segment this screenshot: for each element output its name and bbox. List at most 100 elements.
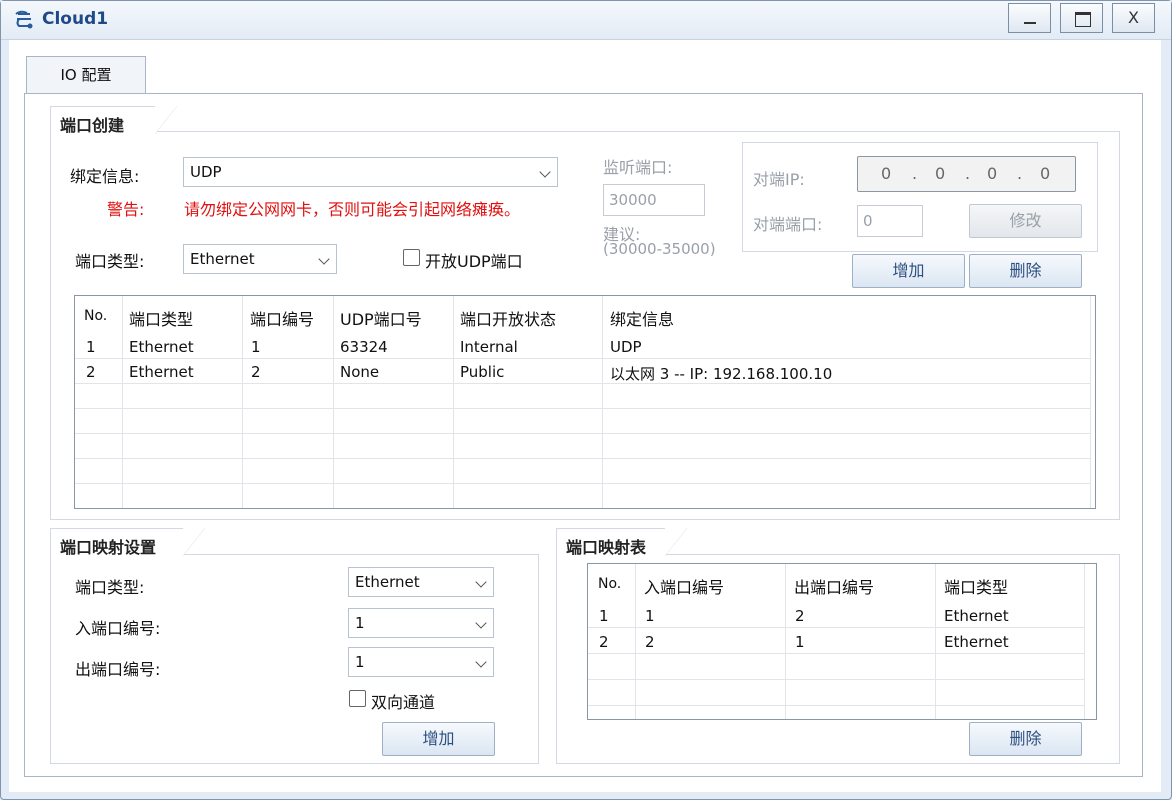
col-divider — [785, 564, 786, 719]
mapping-table-title: 端口映射表 — [560, 534, 653, 558]
row-divider — [75, 458, 1090, 459]
mapping-port-type-label: 端口类型: — [75, 578, 145, 597]
table-cell[interactable]: Ethernet — [129, 338, 194, 356]
column-header[interactable]: No. — [598, 576, 621, 592]
out-port-select[interactable]: 1 — [348, 647, 494, 677]
minimize-button[interactable] — [1008, 3, 1051, 33]
table-cell[interactable]: 1 — [599, 607, 609, 625]
bidirectional-checkbox[interactable] — [349, 690, 366, 707]
delete-mapping-button[interactable]: 删除 — [969, 722, 1082, 756]
column-header[interactable]: 端口类型 — [944, 574, 1008, 598]
mapping-settings-title: 端口映射设置 — [54, 534, 163, 558]
table-cell[interactable]: 2 — [599, 633, 609, 651]
delete-port-button[interactable]: 删除 — [969, 254, 1082, 288]
bind-info-label: 绑定信息: — [70, 167, 140, 186]
close-button[interactable]: X — [1112, 3, 1155, 33]
row-divider — [588, 705, 1084, 706]
chevron-down-icon — [539, 166, 551, 178]
col-divider — [1084, 564, 1085, 719]
table-cell[interactable]: 1 — [86, 338, 96, 356]
peer-ip-label: 对端IP: — [753, 170, 805, 189]
table-cell[interactable]: 以太网 3 -- IP: 192.168.100.10 — [610, 363, 832, 384]
port-type-select[interactable]: Ethernet — [183, 244, 337, 274]
row-divider — [588, 653, 1084, 654]
col-divider — [242, 296, 243, 508]
table-cell[interactable]: None — [340, 363, 379, 381]
maximize-button[interactable] — [1060, 3, 1103, 33]
warning-label: 警告: — [107, 200, 145, 219]
port-table[interactable]: No. 端口类型 端口编号 UDP端口号 端口开放状态 绑定信息 1 Ether… — [74, 295, 1096, 509]
table-cell[interactable]: Internal — [460, 338, 518, 356]
in-port-label: 入端口编号: — [75, 619, 161, 638]
ip-dot: . — [912, 164, 918, 183]
table-cell[interactable]: 2 — [645, 633, 655, 651]
row-divider — [75, 408, 1090, 409]
bind-info-select[interactable]: UDP — [183, 157, 558, 187]
column-header[interactable]: 入端口编号 — [644, 574, 724, 598]
peer-port-input[interactable]: 0 — [857, 205, 923, 237]
col-divider — [1090, 296, 1091, 508]
column-header[interactable]: 端口开放状态 — [460, 306, 556, 330]
open-udp-label: 开放UDP端口 — [425, 252, 523, 271]
col-divider — [122, 296, 123, 508]
ip-dot: . — [1017, 164, 1023, 183]
row-divider — [75, 383, 1090, 384]
minimize-icon — [1024, 22, 1036, 24]
tab-io-config[interactable]: IO 配置 — [26, 56, 146, 94]
port-creation-title: 端口创建 — [54, 112, 131, 136]
listen-port-label: 监听端口: — [603, 158, 673, 177]
warning-text: 请勿绑定公网网卡，否则可能会引起网络瘫痪。 — [184, 200, 521, 219]
chevron-down-icon — [475, 656, 487, 668]
peer-ip-input[interactable]: 0 . 0 . 0 . 0 — [857, 156, 1076, 192]
suggest-range: (30000-35000) — [603, 240, 716, 258]
row-divider — [75, 483, 1090, 484]
cloud-app-icon — [15, 10, 33, 29]
port-type-label: 端口类型: — [75, 252, 145, 271]
title-bar[interactable]: Cloud1 X — [1, 1, 1171, 40]
bidirectional-label: 双向通道 — [371, 693, 436, 712]
table-cell[interactable]: 2 — [795, 607, 805, 625]
table-cell[interactable]: Public — [460, 363, 504, 381]
listen-port-input[interactable]: 30000 — [603, 184, 705, 216]
peer-port-label: 对端端口: — [753, 215, 823, 234]
row-divider — [588, 679, 1084, 680]
column-header[interactable]: No. — [84, 308, 107, 324]
mapping-table[interactable]: No. 入端口编号 出端口编号 端口类型 1 1 2 Ethernet 2 2 … — [587, 563, 1097, 720]
table-cell[interactable]: Ethernet — [944, 633, 1009, 651]
out-port-label: 出端口编号: — [75, 660, 161, 679]
close-icon: X — [1128, 8, 1139, 27]
col-divider — [333, 296, 334, 508]
table-cell[interactable]: 2 — [86, 363, 96, 381]
window-title: Cloud1 — [42, 9, 109, 29]
modify-button[interactable]: 修改 — [969, 204, 1082, 238]
table-cell[interactable]: 1 — [251, 338, 261, 356]
column-header[interactable]: 绑定信息 — [610, 306, 674, 330]
row-divider — [75, 433, 1090, 434]
chevron-down-icon — [475, 617, 487, 629]
chevron-down-icon — [475, 576, 487, 588]
mapping-port-type-select[interactable]: Ethernet — [348, 567, 494, 597]
row-divider — [588, 627, 1084, 628]
add-mapping-button[interactable]: 增加 — [382, 722, 495, 756]
maximize-icon — [1075, 12, 1091, 27]
column-header[interactable]: 出端口编号 — [794, 574, 874, 598]
table-cell[interactable]: 1 — [645, 607, 655, 625]
row-divider — [75, 358, 1090, 359]
in-port-select[interactable]: 1 — [348, 608, 494, 638]
column-header[interactable]: 端口编号 — [250, 306, 314, 330]
ip-dot: . — [965, 164, 971, 183]
table-cell[interactable]: Ethernet — [944, 607, 1009, 625]
table-cell[interactable]: 2 — [251, 363, 261, 381]
add-port-button[interactable]: 增加 — [852, 254, 965, 288]
col-divider — [935, 564, 936, 719]
column-header[interactable]: UDP端口号 — [340, 306, 422, 330]
col-divider — [602, 296, 603, 508]
table-cell[interactable]: 1 — [795, 633, 805, 651]
table-cell[interactable]: 63324 — [340, 338, 388, 356]
col-divider — [453, 296, 454, 508]
open-udp-checkbox[interactable] — [403, 249, 420, 266]
table-cell[interactable]: Ethernet — [129, 363, 194, 381]
column-header[interactable]: 端口类型 — [129, 306, 193, 330]
chevron-down-icon — [318, 253, 330, 265]
table-cell[interactable]: UDP — [610, 338, 642, 356]
